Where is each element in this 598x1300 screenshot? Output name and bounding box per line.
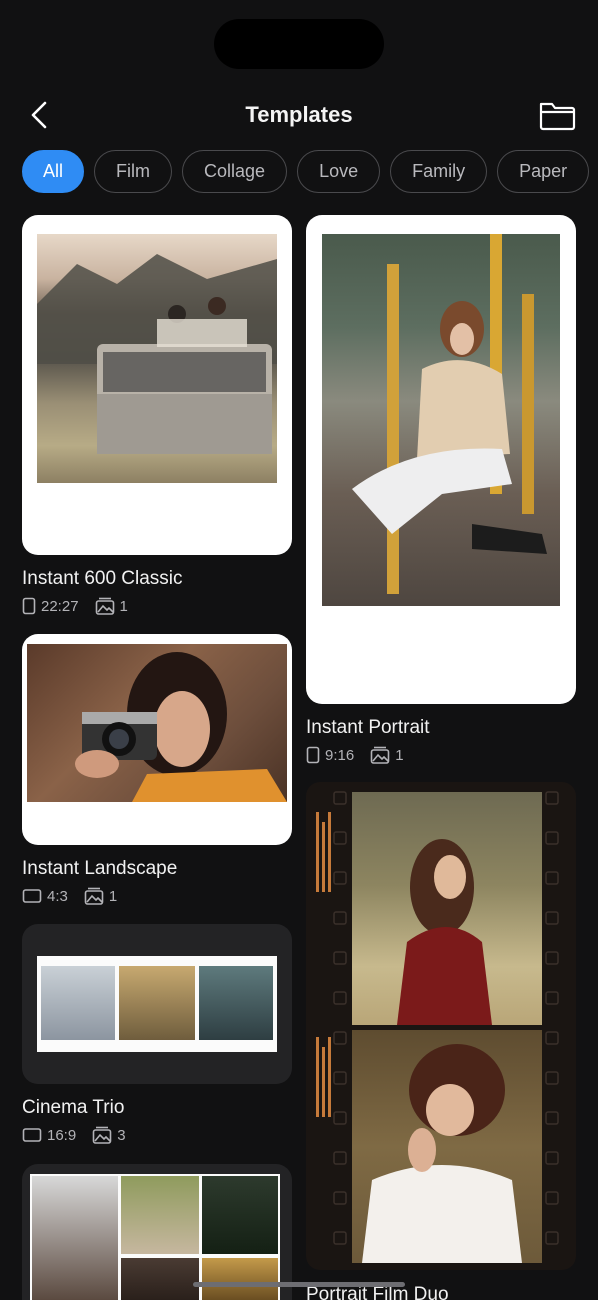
photos-icon xyxy=(84,887,104,905)
photo-count: 1 xyxy=(108,887,118,905)
dynamic-island xyxy=(214,19,384,69)
portrait-ratio-icon xyxy=(22,597,36,615)
template-name: Instant Landscape xyxy=(22,858,178,879)
navigation-bar: Templates xyxy=(0,90,598,140)
template-thumbnail xyxy=(22,215,292,555)
template-card-portrait-film-duo[interactable]: Portrait Film Duo xyxy=(306,782,576,1300)
portrait-ratio-icon xyxy=(306,746,320,764)
template-meta: 9:16 1 xyxy=(306,746,414,764)
template-card-cinema-trio[interactable]: Cinema Trio 16:9 3 xyxy=(22,924,292,1149)
chip-love[interactable]: Love xyxy=(297,150,381,193)
template-thumbnail xyxy=(22,1164,292,1300)
filter-chips: All Film Collage Love Family Paper xyxy=(22,150,590,193)
photo-count: 3 xyxy=(117,1126,126,1144)
photo-count: 1 xyxy=(395,746,404,764)
preview-photo xyxy=(37,956,277,1052)
template-card-instant-600-classic[interactable]: Instant 600 Classic 22:27 1 xyxy=(22,215,292,615)
aspect-ratio: 4:3 xyxy=(47,887,68,905)
template-thumbnail xyxy=(22,634,292,845)
template-meta: 4:3 1 xyxy=(22,887,127,905)
template-card-instant-portrait[interactable]: Instant Portrait 9:16 1 xyxy=(306,215,576,765)
chip-film[interactable]: Film xyxy=(94,150,173,193)
photo-count: 1 xyxy=(119,597,128,615)
photos-icon xyxy=(370,746,390,764)
chip-family[interactable]: Family xyxy=(390,150,488,193)
chip-collage[interactable]: Collage xyxy=(182,150,288,193)
template-name: Instant 600 Classic xyxy=(22,568,183,589)
template-meta: 22:27 1 xyxy=(22,597,138,615)
photos-icon xyxy=(92,1126,112,1144)
aspect-ratio: 22:27 xyxy=(41,597,79,615)
page-title: Templates xyxy=(245,102,353,127)
photos-icon xyxy=(95,597,114,615)
template-name: Cinema Trio xyxy=(22,1097,125,1118)
preview-photo xyxy=(322,234,560,606)
landscape-ratio-icon xyxy=(22,889,42,903)
landscape-ratio-icon xyxy=(22,1128,42,1142)
template-card-collage[interactable] xyxy=(22,1164,292,1300)
folder-button[interactable] xyxy=(538,98,576,132)
folder-icon xyxy=(539,102,576,131)
scroll-indicator xyxy=(193,1282,405,1287)
preview-photo xyxy=(27,644,287,802)
aspect-ratio: 9:16 xyxy=(325,746,355,764)
chip-paper[interactable]: Paper xyxy=(497,150,590,193)
template-card-instant-landscape[interactable]: Instant Landscape 4:3 1 xyxy=(22,634,292,909)
preview-photo-top xyxy=(352,792,542,1025)
template-meta: 16:9 3 xyxy=(22,1126,136,1144)
template-name: Instant Portrait xyxy=(306,717,430,738)
preview-photo xyxy=(37,234,277,483)
preview-photo-bottom xyxy=(352,1030,542,1263)
template-thumbnail xyxy=(306,782,576,1270)
chip-all[interactable]: All xyxy=(22,150,85,193)
template-thumbnail xyxy=(22,924,292,1084)
template-thumbnail xyxy=(306,215,576,704)
aspect-ratio: 16:9 xyxy=(47,1126,77,1144)
